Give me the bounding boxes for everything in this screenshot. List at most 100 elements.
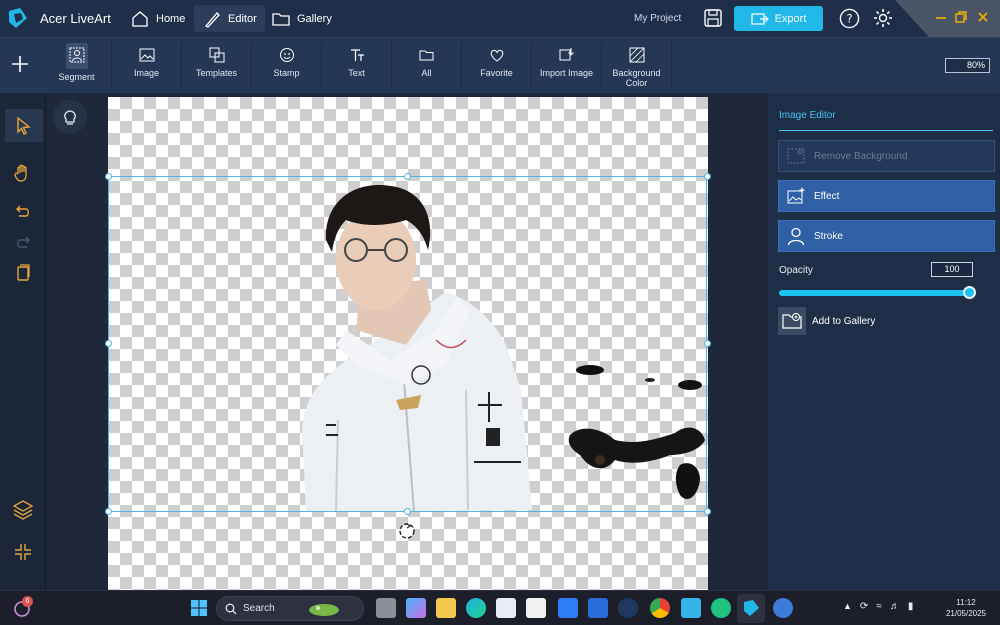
- nav-gallery-label: Gallery: [297, 12, 332, 25]
- restore-icon[interactable]: [954, 10, 968, 24]
- export-label: Export: [774, 12, 807, 25]
- cursor-icon[interactable]: [11, 114, 35, 138]
- project-name[interactable]: My Project: [634, 13, 681, 24]
- copilot-app-icon[interactable]: [406, 598, 426, 618]
- resize-handle-bottom-left[interactable]: [105, 508, 112, 515]
- task-view-icon[interactable]: [376, 598, 396, 618]
- dropbox-icon[interactable]: [558, 598, 578, 618]
- tool-background-color[interactable]: Background Color: [602, 41, 672, 91]
- tool-image[interactable]: Image: [112, 41, 182, 91]
- file-explorer-icon[interactable]: [436, 598, 456, 618]
- add-to-gallery-icon-box: [778, 307, 806, 335]
- help-icon[interactable]: ?: [839, 8, 860, 29]
- nav-home-label: Home: [156, 12, 186, 25]
- resize-handle-top-right[interactable]: [704, 173, 711, 180]
- tool-text[interactable]: Text: [322, 41, 392, 91]
- resize-handle-right[interactable]: [704, 340, 711, 347]
- tool-all[interactable]: All: [392, 41, 462, 91]
- undo-icon[interactable]: [11, 200, 35, 224]
- clock-time: 11:12: [956, 598, 976, 607]
- stroke-button[interactable]: Stroke: [778, 220, 995, 252]
- search-icon: [225, 603, 237, 614]
- resize-handle-bottom-right[interactable]: [704, 508, 711, 515]
- folder-open-icon: [419, 50, 433, 61]
- effect-button[interactable]: Effect: [778, 180, 995, 212]
- resize-handle-left[interactable]: [105, 340, 112, 347]
- minimize-icon[interactable]: [934, 10, 948, 24]
- opacity-input[interactable]: 100: [931, 262, 973, 277]
- tool-label: All: [421, 68, 432, 78]
- tool-favorite[interactable]: Favorite: [462, 41, 532, 91]
- export-button[interactable]: Export: [734, 6, 823, 31]
- remove-background-button[interactable]: Remove Background: [778, 140, 995, 172]
- tool-bar: Segment Image Templates Stamp Text All F…: [0, 37, 1000, 93]
- opacity-slider-track[interactable]: [779, 290, 969, 296]
- tool-import-image[interactable]: Import Image: [532, 41, 602, 91]
- image-icon: [139, 48, 154, 62]
- templates-icon: [209, 47, 224, 63]
- chevron-up-icon[interactable]: ▲: [843, 601, 852, 612]
- notification-badge: 6: [22, 596, 33, 607]
- tool-segment[interactable]: Segment: [42, 41, 112, 91]
- system-clock[interactable]: 11:12 21/05/2025: [940, 597, 992, 619]
- globe-app-icon[interactable]: [773, 598, 793, 618]
- add-to-gallery-button[interactable]: Add to Gallery: [778, 307, 875, 335]
- wifi-icon[interactable]: ≈: [876, 601, 882, 612]
- sync-icon[interactable]: ⟳: [860, 601, 868, 612]
- nav-gallery-tab[interactable]: Gallery: [263, 5, 340, 32]
- add-to-gallery-label: Add to Gallery: [812, 315, 876, 327]
- clock-date: 21/05/2025: [945, 609, 987, 618]
- tool-stamp[interactable]: Stamp: [252, 41, 322, 91]
- app-window: Acer LiveArt Home Editor Gallery My Proj…: [0, 0, 1000, 625]
- tips-button[interactable]: [53, 100, 87, 134]
- acer-app-icon[interactable]: [711, 598, 731, 618]
- tool-templates[interactable]: Templates: [182, 41, 252, 91]
- title-bar: Acer LiveArt Home Editor Gallery My Proj…: [0, 0, 1000, 37]
- rotate-icon[interactable]: [398, 522, 416, 540]
- resize-handle-bottom[interactable]: [404, 508, 411, 515]
- stroke-label: Stroke: [814, 230, 843, 242]
- photos-icon[interactable]: [588, 598, 608, 618]
- resize-handle-top-left[interactable]: [105, 173, 112, 180]
- chrome-icon[interactable]: [650, 598, 670, 618]
- windows-start-icon[interactable]: [189, 598, 209, 618]
- layers-icon[interactable]: [11, 497, 35, 521]
- redo-icon[interactable]: [11, 231, 35, 255]
- opacity-slider-thumb[interactable]: [962, 286, 976, 299]
- zoom-level[interactable]: 80%: [945, 58, 990, 73]
- pencil-icon: [204, 11, 220, 28]
- save-icon[interactable]: [702, 7, 724, 29]
- selection-bounding-box[interactable]: [108, 176, 707, 512]
- battery-icon[interactable]: ▮: [908, 601, 914, 612]
- add-icon[interactable]: [8, 52, 32, 76]
- steam-icon[interactable]: [618, 598, 638, 618]
- notepad-icon[interactable]: [681, 598, 701, 618]
- collapse-icon[interactable]: [11, 540, 35, 564]
- speaker-icon[interactable]: ♬: [890, 601, 900, 612]
- svg-text:?: ?: [846, 11, 852, 25]
- nav-home-tab[interactable]: Home: [122, 5, 193, 32]
- search-highlight-icon: [308, 603, 339, 616]
- store-icon[interactable]: [496, 598, 516, 618]
- effect-label: Effect: [814, 190, 840, 202]
- taskbar-search[interactable]: Search: [216, 596, 364, 621]
- copy-icon[interactable]: [11, 261, 35, 285]
- tool-label: Text: [348, 68, 365, 78]
- system-tray: ▲ ⟳ ≈ ♬ ▮: [843, 601, 913, 612]
- folder-icon: [272, 12, 290, 26]
- hand-icon[interactable]: [11, 161, 35, 185]
- app-name: Acer LiveArt: [40, 11, 111, 26]
- amazon-icon[interactable]: [526, 598, 546, 618]
- windows-taskbar: 6 Search ▲ ⟳ ≈ ♬ ▮ 11:12 21/05/2025: [0, 590, 1000, 625]
- gear-icon[interactable]: [872, 7, 894, 29]
- close-icon[interactable]: [976, 10, 990, 24]
- lightbulb-icon: [64, 110, 76, 125]
- folder-add-icon: [782, 313, 802, 329]
- edge-icon[interactable]: [466, 598, 486, 618]
- tool-label: Favorite: [480, 68, 513, 78]
- liveart-taskbar-icon[interactable]: [741, 598, 761, 618]
- resize-handle-top[interactable]: [404, 173, 411, 180]
- segment-icon: [69, 47, 84, 63]
- nav-editor-tab[interactable]: Editor: [194, 5, 265, 32]
- left-tool-rail: [0, 93, 46, 590]
